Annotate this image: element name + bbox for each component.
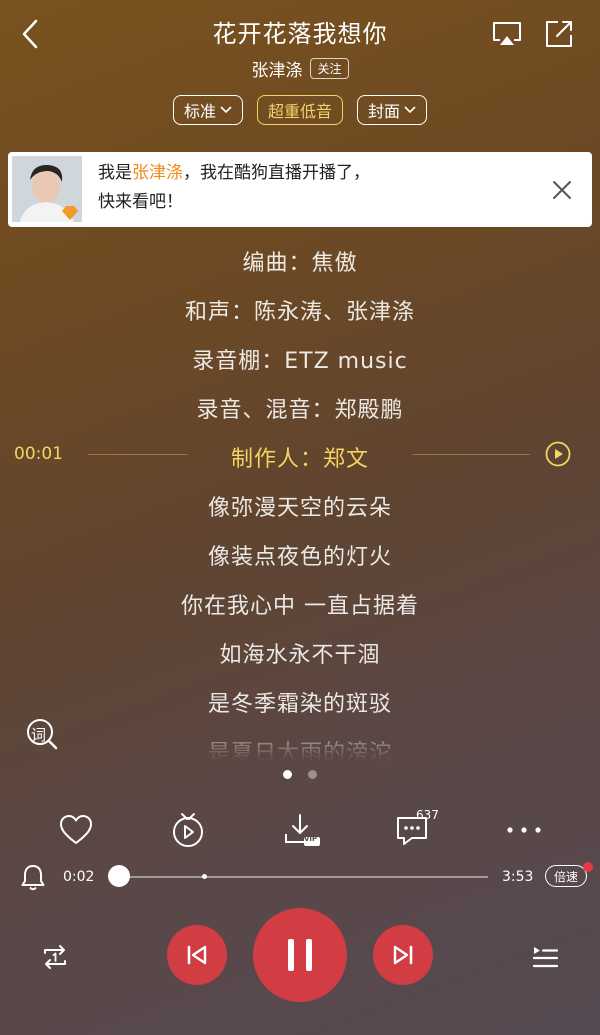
- chip-label: 超重低音: [267, 102, 332, 121]
- banner-text-prefix: 我是: [98, 163, 132, 183]
- playlist-button[interactable]: [528, 940, 562, 974]
- streamer-photo-icon: [12, 156, 82, 222]
- next-button[interactable]: [373, 925, 433, 985]
- more-button[interactable]: [502, 808, 546, 852]
- comment-count: 637: [416, 808, 439, 822]
- share-button[interactable]: [540, 16, 578, 52]
- lyric-line[interactable]: 像弥漫天空的云朵: [0, 490, 600, 522]
- progress-thumb[interactable]: [108, 865, 130, 887]
- follow-button[interactable]: 关注: [310, 58, 349, 79]
- artist-name[interactable]: 张津涤: [251, 56, 302, 81]
- banner-close-button[interactable]: [548, 176, 576, 204]
- current-line-guide-right: [412, 454, 530, 455]
- download-vip-badge: VIP: [304, 835, 318, 843]
- total-duration: 3:53: [502, 869, 534, 885]
- skip-previous-icon: [187, 945, 207, 965]
- lyric-line[interactable]: 像装点夜色的灯火: [0, 539, 600, 571]
- share-icon: [546, 21, 572, 47]
- play-circle-icon: [545, 441, 571, 467]
- current-line-guide-left: [88, 454, 188, 455]
- current-line-time: 00:01: [14, 444, 63, 464]
- play-pause-button[interactable]: [253, 908, 347, 1002]
- playback-speed-button[interactable]: 倍速: [545, 865, 587, 887]
- heart-icon: [60, 815, 92, 844]
- more-dots-icon: [507, 827, 541, 833]
- cover-chip[interactable]: 封面: [357, 95, 428, 125]
- elapsed-time: 0:02: [63, 869, 95, 885]
- chip-label: 标准: [183, 102, 216, 121]
- quality-chips: 标准 超重低音 封面: [0, 95, 600, 125]
- like-button[interactable]: [54, 808, 98, 852]
- lyric-line[interactable]: 录音、混音：郑殿鹏: [0, 392, 600, 424]
- artist-row: 张津涤 关注: [0, 56, 600, 81]
- close-icon: [553, 181, 571, 199]
- play-from-line-button[interactable]: [545, 441, 571, 467]
- lyric-line[interactable]: 和声：陈永涛、张津涤: [0, 294, 600, 326]
- banner-text-line2: 快来看吧！: [98, 192, 183, 212]
- lyric-line[interactable]: 录音棚：ETZ music: [0, 343, 600, 375]
- speed-new-dot: [583, 862, 593, 872]
- chevron-down-icon: [220, 106, 232, 114]
- chip-label: 封面: [368, 102, 401, 121]
- quality-standard-chip[interactable]: 标准: [172, 95, 243, 125]
- download-button[interactable]: VIP: [280, 808, 324, 852]
- banner-streamer-name: 张津涤: [132, 163, 183, 183]
- live-notification-banner[interactable]: 我是张津涤，我在酷狗直播开播了， 快来看吧！: [8, 152, 592, 227]
- mv-button[interactable]: [166, 808, 210, 852]
- lyric-line[interactable]: 如海水永不干涸: [0, 637, 600, 669]
- super-bass-chip[interactable]: 超重低音: [256, 95, 343, 125]
- progress-track[interactable]: [120, 876, 488, 878]
- page-indicator: [0, 770, 600, 779]
- banner-message: 我是张津涤，我在酷狗直播开播了， 快来看吧！: [98, 159, 498, 217]
- bell-icon: [21, 865, 45, 891]
- pause-icon: [288, 939, 312, 971]
- sleep-timer-button[interactable]: [18, 862, 48, 892]
- page-dot-active[interactable]: [283, 770, 292, 779]
- streamer-avatar: [12, 156, 82, 222]
- chevron-down-icon: [404, 106, 416, 114]
- repeat-one-icon: [44, 945, 66, 969]
- tv-play-icon: [173, 813, 203, 847]
- page-dot[interactable]: [308, 770, 317, 779]
- previous-button[interactable]: [167, 925, 227, 985]
- progress-marker: [202, 874, 207, 879]
- lyrics-panel[interactable]: 作曲：郑文编曲：焦傲和声：陈永涛、张津涤录音棚：ETZ music录音、混音：郑…: [0, 196, 600, 761]
- skip-next-icon: [393, 945, 413, 965]
- lyric-line[interactable]: 是冬季霜染的斑驳: [0, 686, 600, 718]
- repeat-mode-button[interactable]: [38, 940, 72, 974]
- banner-text-suffix: ，我在酷狗直播开播了，: [183, 163, 370, 183]
- lyric-toggle-label: 词: [31, 726, 47, 744]
- airplay-icon: [493, 22, 521, 45]
- lyric-line[interactable]: 编曲：焦傲: [0, 245, 600, 277]
- playlist-icon: [532, 947, 559, 968]
- lyric-search-button[interactable]: 词: [24, 716, 60, 752]
- lyric-line-current[interactable]: 制作人：郑文: [0, 441, 600, 473]
- lyric-line[interactable]: 你在我心中 一直占据着: [0, 588, 600, 620]
- cast-button[interactable]: [488, 16, 526, 52]
- lyric-line[interactable]: 是夏日大雨的滂沱: [0, 735, 600, 761]
